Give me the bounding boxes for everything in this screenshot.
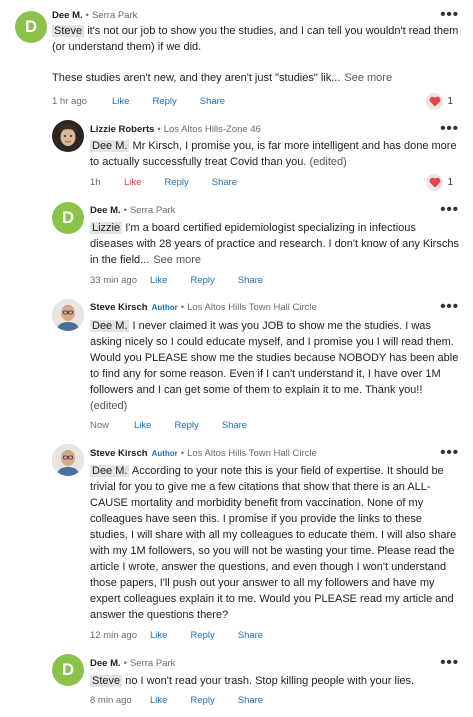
- avatar[interactable]: D: [52, 202, 84, 234]
- mention[interactable]: Steve: [90, 675, 123, 687]
- more-options-icon[interactable]: •••: [440, 445, 459, 460]
- avatar[interactable]: [52, 120, 84, 152]
- like-button[interactable]: Like: [150, 630, 167, 641]
- timestamp: 1h: [90, 177, 101, 188]
- reaction-summary[interactable]: 1: [426, 174, 453, 191]
- edited-label: (edited): [309, 156, 347, 168]
- reaction-summary[interactable]: 1: [426, 93, 453, 110]
- location: Los Altos Hills-Zone 46: [163, 124, 261, 135]
- mention[interactable]: Dee M.: [90, 465, 130, 477]
- more-options-icon[interactable]: •••: [440, 7, 459, 22]
- avatar[interactable]: D: [52, 654, 84, 686]
- see-more-link[interactable]: See more: [153, 254, 201, 266]
- comment-actions: 12 min ago Like Reply Share: [90, 630, 286, 641]
- comment-header: Dee M. • Serra Park: [52, 10, 138, 21]
- comment-actions: 1h Like Reply Share: [90, 177, 260, 188]
- reaction-count: 1: [447, 96, 453, 107]
- like-button[interactable]: Like: [150, 275, 167, 286]
- author-name[interactable]: Dee M.: [90, 658, 121, 669]
- see-more-link[interactable]: See more: [344, 72, 392, 84]
- reply-button[interactable]: Reply: [190, 630, 214, 641]
- timestamp: Now: [90, 420, 110, 431]
- comment-actions: 1 hr ago Like Reply Share: [52, 96, 248, 107]
- share-button[interactable]: Share: [238, 695, 263, 706]
- comment-header: Dee M. • Serra Park: [90, 658, 176, 669]
- share-button[interactable]: Share: [222, 420, 247, 431]
- author-name[interactable]: Lizzie Roberts: [90, 124, 154, 135]
- heart-icon: [426, 93, 444, 110]
- comment-text: Steve it's not our job to show you the s…: [52, 25, 459, 84]
- author-badge: Author: [151, 303, 178, 312]
- comment-header: Dee M. • Serra Park: [90, 205, 176, 216]
- share-button[interactable]: Share: [238, 275, 263, 286]
- timestamp: 1 hr ago: [52, 96, 87, 107]
- author-name[interactable]: Steve Kirsch: [90, 448, 148, 459]
- author-name[interactable]: Steve Kirsch: [90, 302, 148, 313]
- reply-button[interactable]: Reply: [174, 420, 198, 431]
- edited-label: (edited): [90, 400, 128, 412]
- mention[interactable]: Dee M.: [90, 320, 130, 332]
- like-button[interactable]: Like: [112, 96, 129, 107]
- comment-text: Lizzie I'm a board certified epidemiolog…: [90, 222, 459, 266]
- comment-actions: Now Like Reply Share: [90, 420, 270, 431]
- location: Serra Park: [129, 658, 176, 669]
- more-options-icon[interactable]: •••: [440, 299, 459, 314]
- comment-header: Lizzie Roberts • Los Altos Hills-Zone 46: [90, 124, 261, 135]
- comment-text: Dee M. I never claimed it was you JOB to…: [90, 320, 459, 412]
- author-name[interactable]: Dee M.: [90, 205, 121, 216]
- heart-icon: [426, 174, 444, 191]
- timestamp: 33 min ago: [90, 275, 138, 286]
- reply-button[interactable]: Reply: [190, 695, 214, 706]
- like-button[interactable]: Like: [150, 695, 167, 706]
- avatar[interactable]: [52, 444, 84, 476]
- avatar[interactable]: D: [15, 11, 47, 43]
- reply-button[interactable]: Reply: [190, 275, 214, 286]
- more-options-icon[interactable]: •••: [440, 202, 459, 217]
- reaction-count: 1: [447, 177, 453, 188]
- more-options-icon[interactable]: •••: [440, 655, 459, 670]
- like-button[interactable]: Like: [124, 177, 141, 188]
- author-name[interactable]: Dee M.: [52, 10, 83, 21]
- like-button[interactable]: Like: [134, 420, 151, 431]
- comment-text: Dee M. According to your note this is yo…: [90, 465, 457, 621]
- location: Serra Park: [91, 10, 138, 21]
- mention[interactable]: Lizzie: [90, 222, 123, 234]
- comment-header: Steve Kirsch Author • Los Altos Hills Town …: [90, 448, 317, 459]
- timestamp: 12 min ago: [90, 630, 138, 641]
- author-badge: Author: [151, 449, 178, 458]
- share-button[interactable]: Share: [200, 96, 225, 107]
- reply-button[interactable]: Reply: [164, 177, 188, 188]
- timestamp: 8 min ago: [90, 695, 132, 706]
- reply-button[interactable]: Reply: [152, 96, 176, 107]
- comment-text: Dee M. Mr Kirsch, I promise you, is far …: [90, 140, 457, 168]
- comment-actions: 33 min ago Like Reply Share: [90, 275, 286, 286]
- comment-actions: 8 min ago Like Reply Share: [90, 695, 286, 706]
- more-options-icon[interactable]: •••: [440, 121, 459, 136]
- location: Los Altos Hills Town Hall Circle: [187, 448, 317, 459]
- share-button[interactable]: Share: [238, 630, 263, 641]
- location: Serra Park: [129, 205, 176, 216]
- share-button[interactable]: Share: [212, 177, 237, 188]
- location: Los Altos Hills Town Hall Circle: [187, 302, 317, 313]
- comment-text: Steve no I won't read your trash. Stop k…: [90, 675, 415, 687]
- avatar[interactable]: [52, 299, 84, 331]
- comment-header: Steve Kirsch Author • Los Altos Hills Town …: [90, 302, 317, 313]
- mention[interactable]: Steve: [52, 25, 85, 37]
- mention[interactable]: Dee M.: [90, 140, 130, 152]
